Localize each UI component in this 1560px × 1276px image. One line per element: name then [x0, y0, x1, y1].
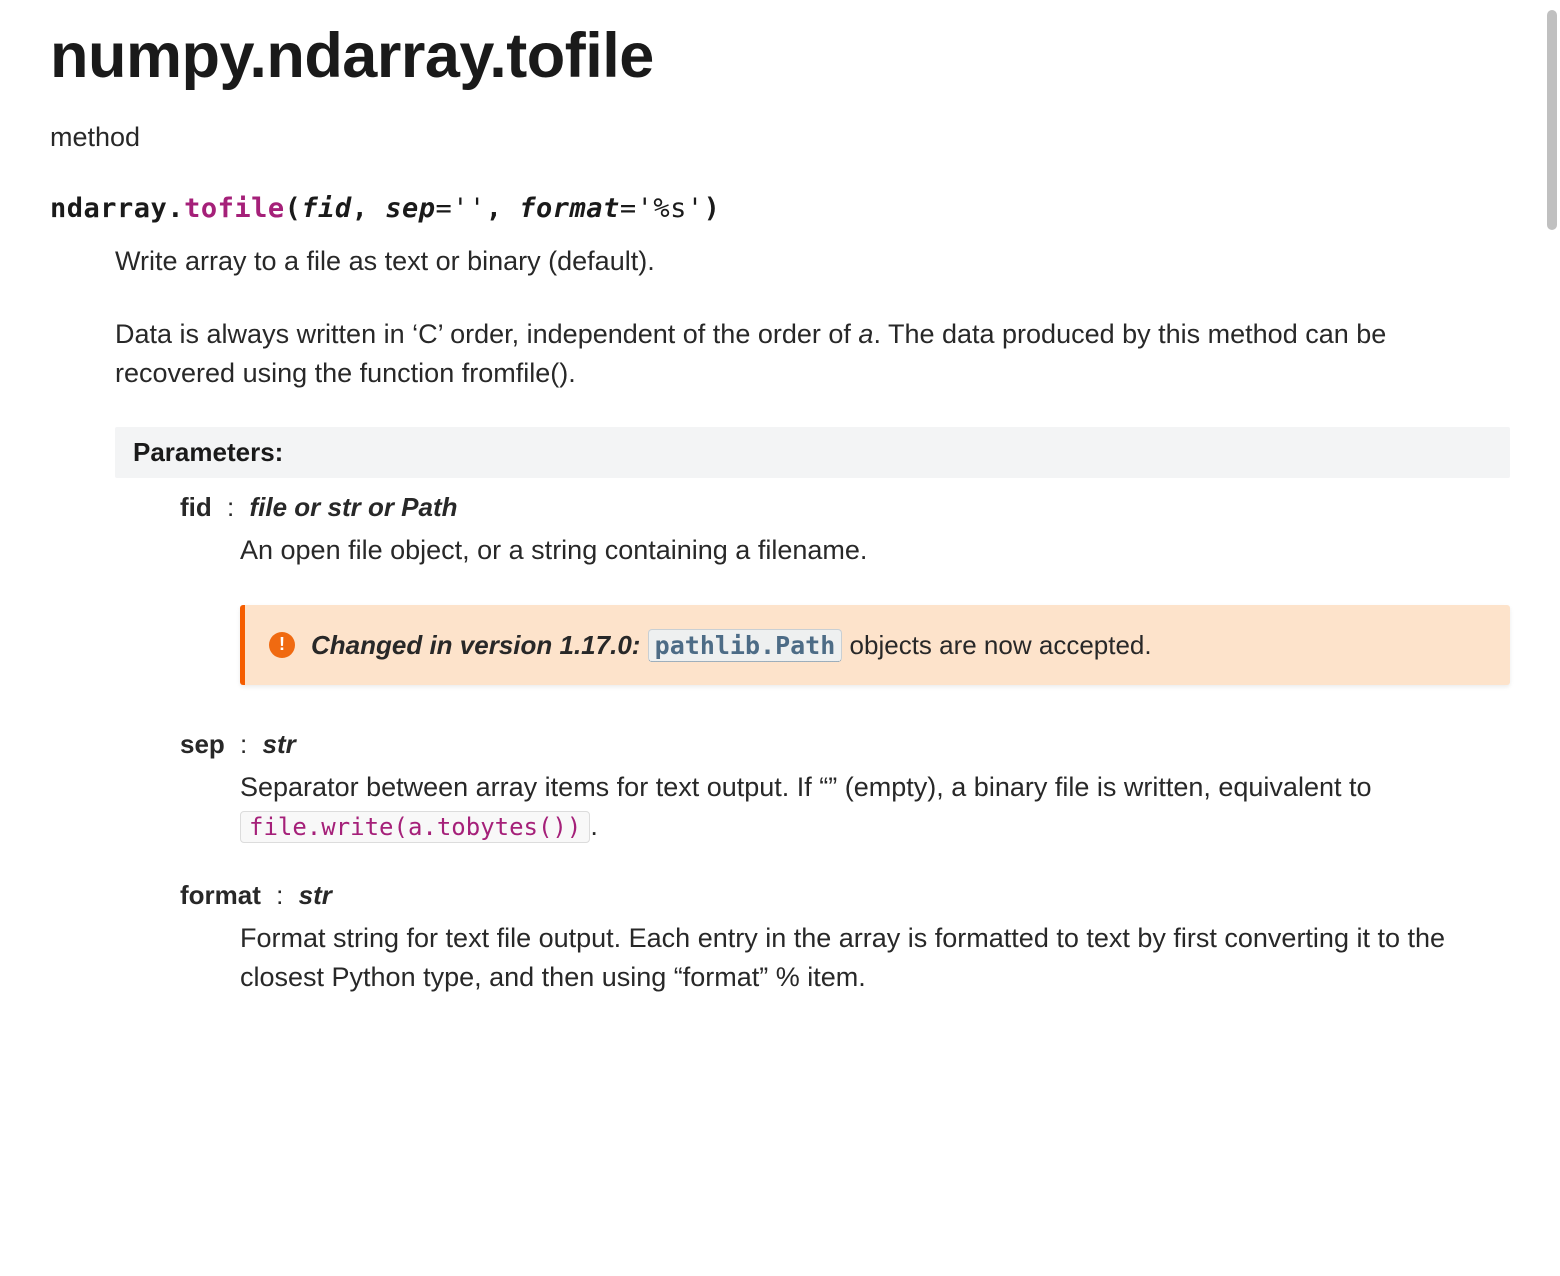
param-type-format: str [299, 880, 332, 910]
sig-comma-0: , [352, 193, 369, 224]
param-desc-sep-pre: Separator between array items for text o… [240, 772, 1372, 802]
param-desc-fid: An open file object, or a string contain… [240, 531, 1510, 570]
param-head-fid: fid : file or str or Path [180, 492, 1510, 523]
sig-default-2: '%s' [637, 193, 704, 224]
pathlib-path-link[interactable]: pathlib.Path [648, 629, 843, 662]
param-type-fid: file or str or Path [249, 492, 457, 522]
page-title: numpy.ndarray.tofile [50, 20, 1510, 92]
parameters-header: Parameters: [115, 427, 1510, 478]
sig-dot: . [167, 193, 184, 224]
object-kind: method [50, 122, 1510, 153]
parameters-block: fid : file or str or Path An open file o… [180, 492, 1510, 997]
sig-eq-1: = [435, 193, 452, 224]
param-head-format: format : str [180, 880, 1510, 911]
param-head-sep: sep : str [180, 729, 1510, 760]
sig-close: ) [704, 193, 721, 224]
sig-param-0: fid [301, 193, 351, 224]
param-desc-sep-post: . [590, 811, 598, 841]
admon-text: Changed in version 1.17.0: pathlib.Path … [311, 627, 1152, 663]
param-colon-format: : [276, 880, 283, 910]
param-type-sep: str [263, 729, 296, 759]
doc-page: numpy.ndarray.tofile method ndarray.tofi… [0, 20, 1560, 1068]
param-name-sep: sep [180, 729, 225, 759]
sig-param-1: sep [385, 193, 435, 224]
sig-method: tofile [184, 193, 285, 224]
sig-default-1: '' [452, 193, 486, 224]
version-changed-admonition: ! Changed in version 1.17.0: pathlib.Pat… [240, 605, 1510, 685]
summary-2-ital: a [858, 319, 873, 349]
summary-2: Data is always written in ‘C’ order, ind… [115, 315, 1510, 393]
sig-comma-1: , [486, 193, 503, 224]
warning-icon: ! [269, 632, 295, 658]
summary-2-pre: Data is always written in ‘C’ order, ind… [115, 319, 858, 349]
sig-class: ndarray [50, 193, 167, 224]
scrollbar-thumb[interactable] [1547, 10, 1557, 230]
param-name-format: format [180, 880, 261, 910]
admon-rest: objects are now accepted. [850, 630, 1152, 660]
sig-open: ( [285, 193, 302, 224]
param-name-fid: fid [180, 492, 212, 522]
param-colon-sep: : [240, 729, 247, 759]
tobytes-code: file.write(a.tobytes()) [240, 811, 590, 843]
method-body: Write array to a file as text or binary … [115, 242, 1510, 998]
summary-1: Write array to a file as text or binary … [115, 242, 1510, 281]
method-signature: ndarray.tofile(fid, sep='', format='%s') [50, 193, 1510, 224]
param-desc-sep: Separator between array items for text o… [240, 768, 1510, 846]
sig-param-2: format [519, 193, 620, 224]
admon-label: Changed in version 1.17.0: [311, 630, 640, 660]
param-colon-fid: : [227, 492, 234, 522]
scrollbar[interactable] [1546, 0, 1558, 1276]
param-desc-format: Format string for text file output. Each… [240, 919, 1510, 997]
sig-eq-2: = [620, 193, 637, 224]
